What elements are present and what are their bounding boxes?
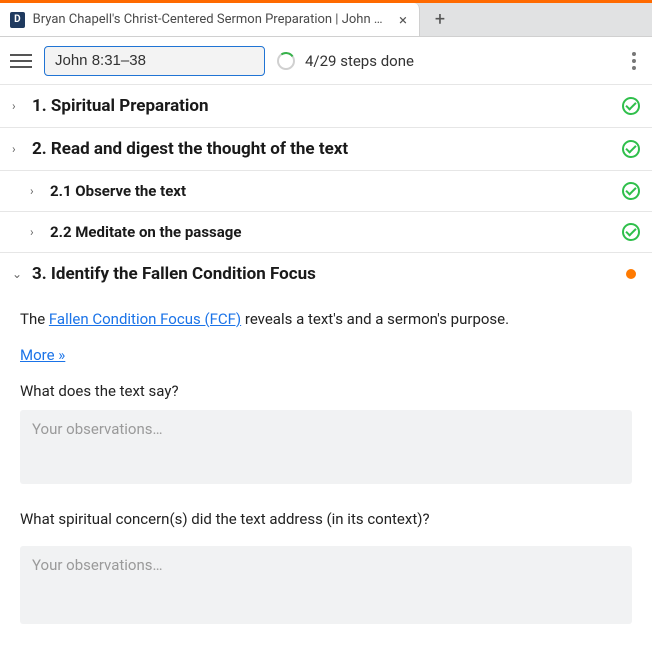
- status-complete-icon: [622, 223, 640, 241]
- question-1: What does the text say?: [20, 382, 632, 400]
- question-2: What spiritual concern(s) did the text a…: [20, 510, 632, 528]
- progress-indicator: 4/29 steps done: [277, 52, 414, 70]
- fcf-link[interactable]: Fallen Condition Focus (FCF): [49, 310, 241, 328]
- status-complete-icon: [622, 140, 640, 158]
- chevron-right-icon: ›: [12, 99, 22, 113]
- progress-ring-icon: [277, 52, 295, 70]
- section-1-header[interactable]: › 1. Spiritual Preparation: [0, 85, 652, 127]
- status-in-progress-icon: [626, 269, 636, 279]
- chevron-right-icon: ›: [12, 142, 22, 156]
- section-3-title: 3. Identify the Fallen Condition Focus: [32, 264, 616, 284]
- passage-input[interactable]: [44, 46, 265, 76]
- more-menu-button[interactable]: [626, 46, 642, 76]
- chevron-down-icon: ⌄: [12, 267, 22, 281]
- menu-icon[interactable]: [10, 50, 32, 72]
- section-2-2-title: 2.2 Meditate on the passage: [50, 223, 612, 241]
- observations-input-2[interactable]: [20, 546, 632, 624]
- chevron-right-icon: ›: [30, 225, 40, 239]
- chevron-right-icon: ›: [30, 184, 40, 198]
- section-1-title: 1. Spiritual Preparation: [32, 96, 612, 116]
- section-2-2-header[interactable]: › 2.2 Meditate on the passage: [0, 212, 652, 252]
- new-tab-button[interactable]: +: [420, 3, 460, 36]
- section-3-body: The Fallen Condition Focus (FCF) reveals…: [0, 295, 652, 644]
- more-link[interactable]: More »: [20, 346, 65, 364]
- close-icon[interactable]: ×: [397, 11, 409, 29]
- section-2-1-header[interactable]: › 2.1 Observe the text: [0, 171, 652, 211]
- section-3-header[interactable]: ⌄ 3. Identify the Fallen Condition Focus: [0, 253, 652, 295]
- app-icon: D: [10, 12, 25, 28]
- status-complete-icon: [622, 182, 640, 200]
- section-2-header[interactable]: › 2. Read and digest the thought of the …: [0, 128, 652, 170]
- section-2-1-title: 2.1 Observe the text: [50, 182, 612, 200]
- tab-active[interactable]: D Bryan Chapell's Christ-Centered Sermon…: [0, 3, 420, 36]
- observations-input-1[interactable]: [20, 410, 632, 484]
- section-3-intro: The Fallen Condition Focus (FCF) reveals…: [20, 309, 632, 330]
- progress-text: 4/29 steps done: [305, 52, 414, 70]
- section-2-title: 2. Read and digest the thought of the te…: [32, 139, 612, 159]
- tab-bar: D Bryan Chapell's Christ-Centered Sermon…: [0, 3, 652, 37]
- status-complete-icon: [622, 97, 640, 115]
- tab-title: Bryan Chapell's Christ-Centered Sermon P…: [33, 12, 389, 27]
- toolbar: 4/29 steps done: [0, 37, 652, 85]
